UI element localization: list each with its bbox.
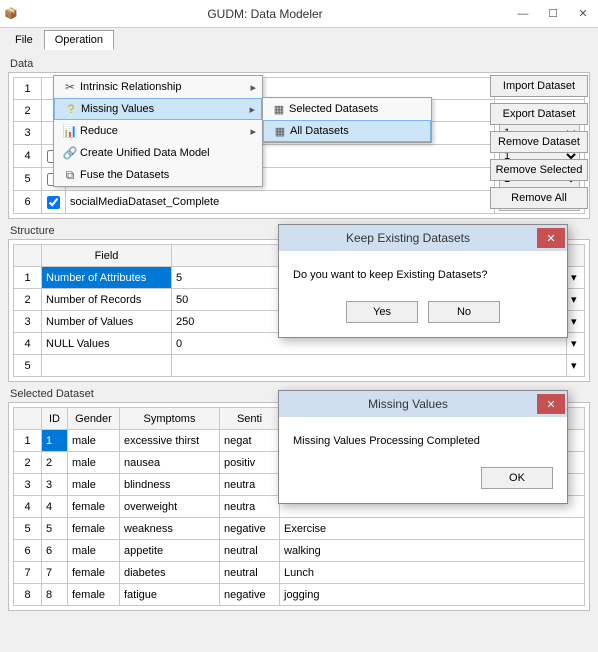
window-title: GUDM: Data Modeler [22,7,508,21]
dialog-header: Missing Values ✕ [279,391,567,417]
table-row: 55femaleweaknessnegativeExercise [14,518,585,540]
operation-menu: ✂Intrinsic Relationship▸ ?Missing Values… [53,75,263,187]
yes-button[interactable]: Yes [346,301,418,323]
chart-icon: 📊 [60,124,80,138]
col-senti: Senti [220,408,280,430]
menu-operation[interactable]: Operation [44,30,114,50]
menu-intrinsic-relationship[interactable]: ✂Intrinsic Relationship▸ [54,76,262,98]
menubar: File Operation [0,28,598,52]
dialog-header: Keep Existing Datasets ✕ [279,225,567,251]
table-row: 66maleappetiteneutralwalking [14,540,585,562]
col-symptoms: Symptoms [120,408,220,430]
no-button[interactable]: No [428,301,500,323]
dialog-title: Missing Values [279,397,537,411]
minimize-button[interactable]: — [508,3,538,25]
remove-all-button[interactable]: Remove All [490,187,588,209]
import-dataset-button[interactable]: Import Dataset [490,75,588,97]
keep-existing-dialog: Keep Existing Datasets ✕ Do you want to … [278,224,568,338]
menu-reduce[interactable]: 📊Reduce▸ [54,120,262,142]
menu-missing-values[interactable]: ?Missing Values▸ [54,98,262,120]
chevron-right-icon: ▸ [250,81,256,94]
ok-button[interactable]: OK [481,467,553,489]
col-gender: Gender [68,408,120,430]
merge-icon: ⧉ [60,168,80,183]
table-row: 88femalefatiguenegativejogging [14,584,585,606]
missing-values-dialog: Missing Values ✕ Missing Values Processi… [278,390,568,504]
dialog-close-button[interactable]: ✕ [537,228,565,248]
link-icon: 🔗 [60,146,80,160]
dialog-close-button[interactable]: ✕ [537,394,565,414]
dialog-message: Do you want to keep Existing Datasets? [293,269,553,281]
grid-icon: ▦ [269,103,289,116]
titlebar: 📦 GUDM: Data Modeler — ☐ ✕ [0,0,598,28]
menu-fuse-datasets[interactable]: ⧉Fuse the Datasets [54,164,262,186]
side-buttons: Import Dataset Export Dataset Remove Dat… [490,75,588,209]
close-button[interactable]: ✕ [568,3,598,25]
col-id: ID [42,408,68,430]
remove-dataset-button[interactable]: Remove Dataset [490,131,588,153]
export-dataset-button[interactable]: Export Dataset [490,103,588,125]
missing-values-submenu: ▦Selected Datasets ▦All Datasets [262,97,432,143]
remove-selected-button[interactable]: Remove Selected [490,159,588,181]
table-row: 77femalediabetesneutralLunch [14,562,585,584]
scissors-icon: ✂ [60,80,80,94]
maximize-button[interactable]: ☐ [538,3,568,25]
submenu-selected-datasets[interactable]: ▦Selected Datasets [263,98,431,120]
submenu-all-datasets[interactable]: ▦All Datasets [263,120,431,142]
menu-create-unified[interactable]: 🔗Create Unified Data Model [54,142,262,164]
table-row: 5▾ [14,355,585,377]
label-data: Data [10,58,590,70]
chevron-right-icon: ▸ [250,125,256,138]
dialog-message: Missing Values Processing Completed [293,435,553,447]
chevron-right-icon: ▸ [249,103,255,116]
dialog-title: Keep Existing Datasets [279,231,537,245]
grid-icon: ▦ [270,125,290,138]
app-icon: 📦 [0,7,22,20]
col-field: Field [42,245,172,267]
question-icon: ? [61,102,81,116]
menu-file[interactable]: File [4,30,44,50]
dataset-checkbox[interactable] [47,196,60,209]
